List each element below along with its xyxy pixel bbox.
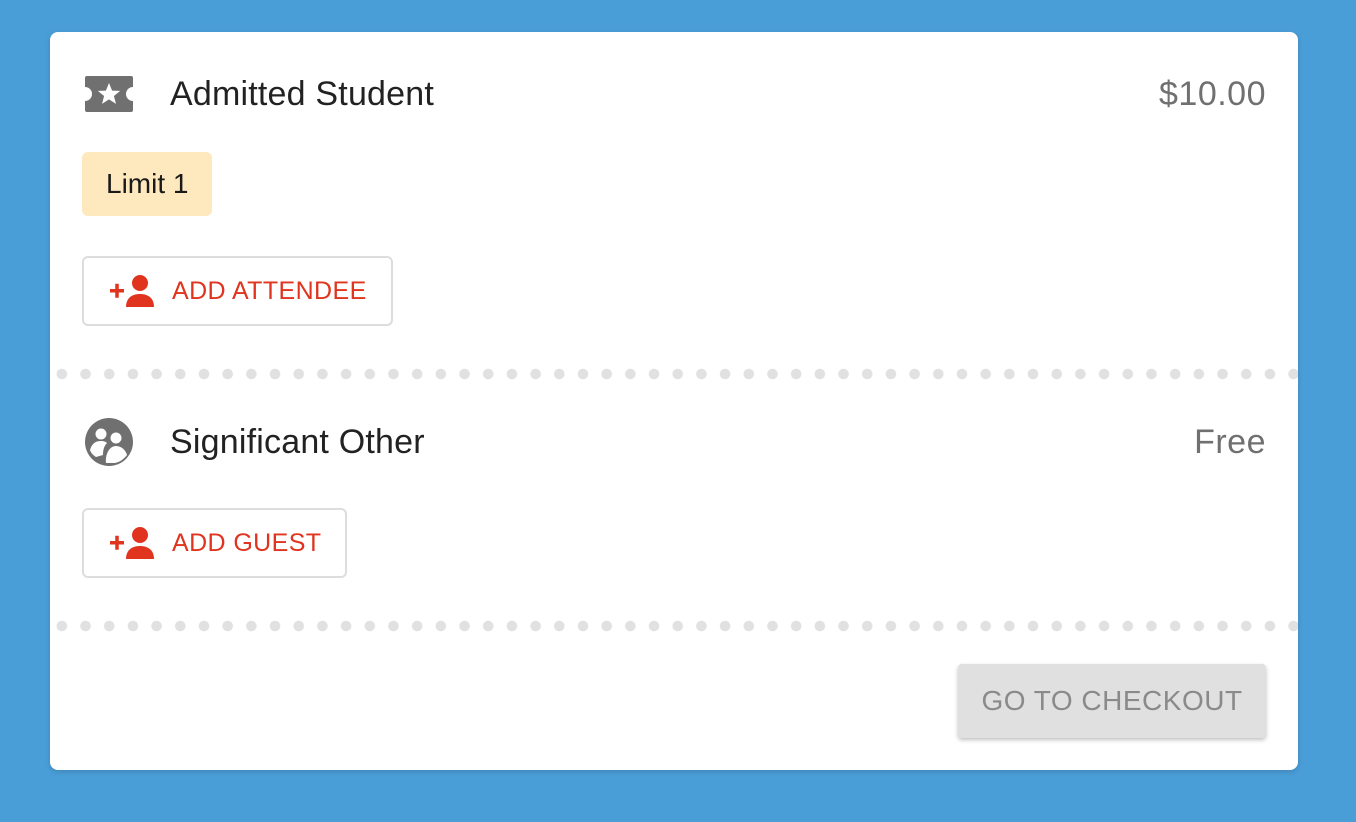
ticket-selection-card: Admitted Student $10.00 Limit 1 ADD ATTE… [50, 32, 1298, 770]
ticket-section-significant-other: Significant Other Free ADD GUEST [50, 374, 1298, 626]
add-person-icon [110, 526, 156, 560]
add-attendee-button[interactable]: ADD ATTENDEE [82, 256, 393, 326]
ticket-section-admitted-student: Admitted Student $10.00 Limit 1 ADD ATTE… [50, 32, 1298, 374]
add-guest-label: ADD GUEST [172, 528, 322, 557]
add-person-icon [110, 274, 156, 308]
ticket-header: Significant Other Free [84, 412, 1266, 472]
significant-other-icon [84, 415, 138, 469]
limit-badge: Limit 1 [82, 152, 213, 216]
checkout-section: GO TO CHECKOUT [50, 626, 1298, 770]
ticket-price: Free [1194, 422, 1266, 461]
ticket-header: Admitted Student $10.00 [84, 64, 1266, 124]
go-to-checkout-button[interactable]: GO TO CHECKOUT [958, 664, 1266, 738]
ticket-name: Significant Other [170, 422, 425, 461]
ticket-star-icon [84, 67, 138, 121]
ticket-name: Admitted Student [170, 74, 435, 113]
add-attendee-label: ADD ATTENDEE [172, 276, 367, 305]
add-guest-button[interactable]: ADD GUEST [82, 508, 348, 578]
ticket-price: $10.00 [1159, 74, 1266, 113]
